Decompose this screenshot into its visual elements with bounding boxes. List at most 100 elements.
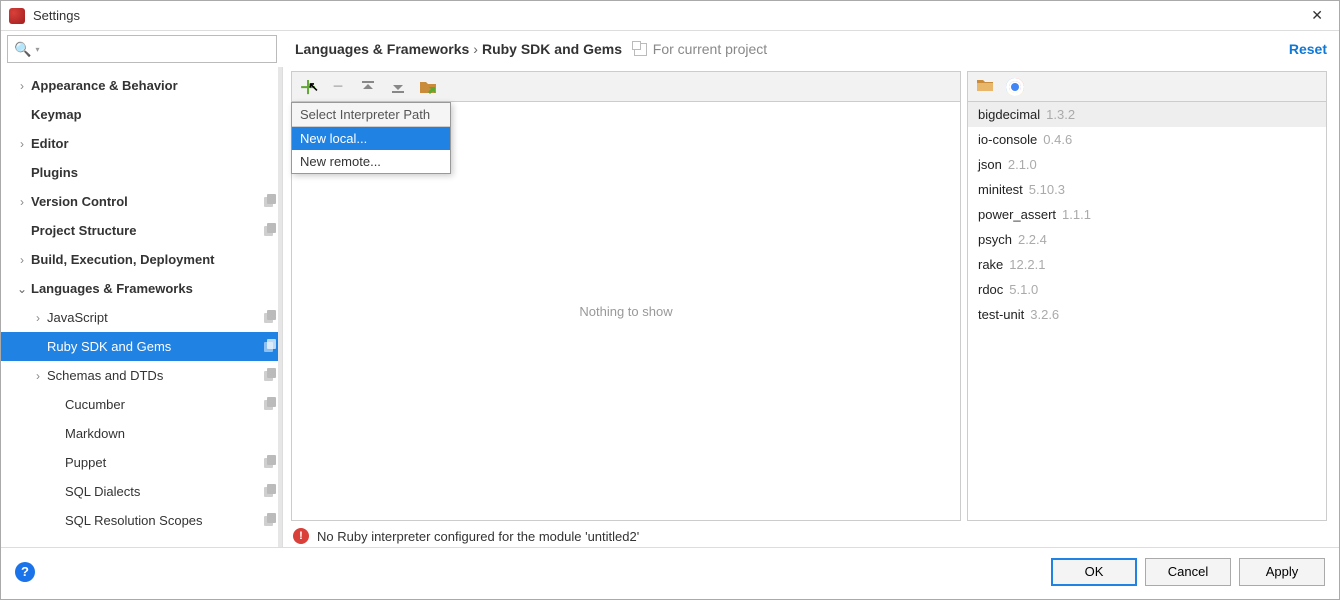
project-scope-icon [634,43,647,56]
folder-icon[interactable] [976,78,994,95]
titlebar: Settings ✕ [1,1,1339,31]
chrome-icon[interactable] [1006,78,1024,96]
reset-link[interactable]: Reset [1289,41,1327,57]
interpreter-popup: Select Interpreter Path New local... New… [291,102,451,174]
project-scope-icon [264,455,282,471]
gem-row[interactable]: rdoc 5.1.0 [968,277,1326,302]
sidebar-item-label: SQL Resolution Scopes [65,513,264,528]
sidebar-item[interactable]: ⌄Languages & Frameworks [1,274,282,303]
sidebar-item[interactable]: ›Editor [1,129,282,158]
gem-row[interactable]: io-console 0.4.6 [968,127,1326,152]
gem-row[interactable]: bigdecimal 1.3.2 [968,102,1326,127]
chevron-right-icon: › [13,79,31,93]
sidebar-item-label: Languages & Frameworks [31,281,264,296]
search-icon: 🔍 [14,41,31,58]
sidebar-item-label: Markdown [65,426,264,441]
gem-version: 5.10.3 [1029,182,1065,197]
sidebar-item[interactable]: ›Appearance & Behavior [1,71,282,100]
project-scope-icon [264,513,282,529]
gems-panel: bigdecimal 1.3.2 io-console 0.4.6 json2.1.0m… [967,71,1327,521]
popup-header: Select Interpreter Path [292,103,450,127]
project-scope-icon [264,484,282,500]
sidebar-item-label: Version Control [31,194,264,209]
project-scope-icon [264,397,282,413]
sidebar-item-label: JavaScript [47,310,264,325]
move-to-bottom-icon[interactable] [388,77,408,97]
project-scope-icon [264,310,282,326]
sidebar-item[interactable]: Cucumber [1,390,282,419]
gem-name: psych [978,232,1012,247]
top-area: 🔍 ▾ Languages & Frameworks›Ruby SDK and … [1,31,1339,67]
gem-version: 1.3.2 [1046,107,1075,122]
chevron-right-icon: › [13,253,31,267]
status-message: No Ruby interpreter configured for the m… [317,529,639,544]
sidebar-item[interactable]: Project Structure [1,216,282,245]
search-input[interactable]: 🔍 ▾ [7,35,277,63]
sidebar-item[interactable]: SQL Dialects [1,477,282,506]
project-scope-icon [264,368,282,384]
gem-name: json [978,157,1002,172]
sidebar-item-label: Project Structure [31,223,264,238]
folder-link-icon[interactable] [418,77,438,97]
sidebar-item-label: Keymap [31,107,264,122]
gem-name: test-unit [978,307,1024,322]
gem-version: 12.2.1 [1009,257,1045,272]
sidebar-item[interactable]: SQL Resolution Scopes [1,506,282,535]
sidebar-item[interactable]: Ruby SDK and Gems [1,332,282,361]
breadcrumb: Languages & Frameworks›Ruby SDK and Gems… [295,41,767,57]
button-bar: ? OK Cancel Apply [1,547,1339,595]
chevron-down-icon: ▾ [35,45,39,54]
gem-row[interactable]: test-unit 3.2.6 [968,302,1326,327]
gem-name: power_assert [978,207,1056,222]
gem-version: 5.1.0 [1009,282,1038,297]
sidebar-item[interactable]: ›Version Control [1,187,282,216]
sidebar-item-label: Cucumber [65,397,264,412]
ok-button[interactable]: OK [1051,558,1137,586]
project-scope-icon [264,223,282,239]
gem-version: 1.1.1 [1062,207,1091,222]
gem-row[interactable]: minitest5.10.3 [968,177,1326,202]
sidebar-item-label: Schemas and DTDs [47,368,264,383]
popup-item-new-remote[interactable]: New remote... [292,150,450,173]
sidebar-item[interactable]: ›Build, Execution, Deployment [1,245,282,274]
gem-name: rake [978,257,1003,272]
close-icon[interactable]: ✕ [1303,3,1331,28]
sidebar-item-label: Ruby SDK and Gems [47,339,264,354]
interpreter-toolbar: ＋↖ − [292,72,960,102]
apply-button[interactable]: Apply [1239,558,1325,586]
gem-row[interactable]: psych2.2.4 [968,227,1326,252]
gem-version: 3.2.6 [1030,307,1059,322]
gem-version: 0.4.6 [1043,132,1072,147]
sidebar-item[interactable]: ›JavaScript [1,303,282,332]
gem-name: rdoc [978,282,1003,297]
chevron-right-icon: › [13,195,31,209]
add-icon[interactable]: ＋↖ [298,77,318,97]
status-bar: ! No Ruby interpreter configured for the… [291,521,1327,547]
app-icon [9,8,25,24]
gem-row[interactable]: power_assert 1.1.1 [968,202,1326,227]
sidebar-item[interactable]: Puppet [1,448,282,477]
sidebar-item-label: Appearance & Behavior [31,78,264,93]
gem-row[interactable]: rake 12.2.1 [968,252,1326,277]
gem-name: io-console [978,132,1037,147]
cancel-button[interactable]: Cancel [1145,558,1231,586]
sidebar-item[interactable]: Keymap [1,100,282,129]
remove-icon[interactable]: − [328,77,348,97]
sidebar-item[interactable]: Markdown [1,419,282,448]
move-to-top-icon[interactable] [358,77,378,97]
sidebar-item-label: Plugins [31,165,264,180]
window-title: Settings [33,8,1303,23]
gem-row[interactable]: json2.1.0 [968,152,1326,177]
popup-item-new-local[interactable]: New local... [292,127,450,150]
sidebar-item-label: SQL Dialects [65,484,264,499]
chevron-right-icon: › [13,137,31,151]
help-icon[interactable]: ? [15,562,35,582]
sidebar-item[interactable]: Plugins [1,158,282,187]
cursor-icon: ↖ [308,79,319,95]
interpreter-panel: ＋↖ − Nothing to show Select Interpreter [291,71,961,521]
gem-name: bigdecimal [978,107,1040,122]
sidebar-item[interactable]: ›Schemas and DTDs [1,361,282,390]
sidebar-item-label: Editor [31,136,264,151]
error-icon: ! [293,528,309,544]
project-scope-icon [264,194,282,210]
